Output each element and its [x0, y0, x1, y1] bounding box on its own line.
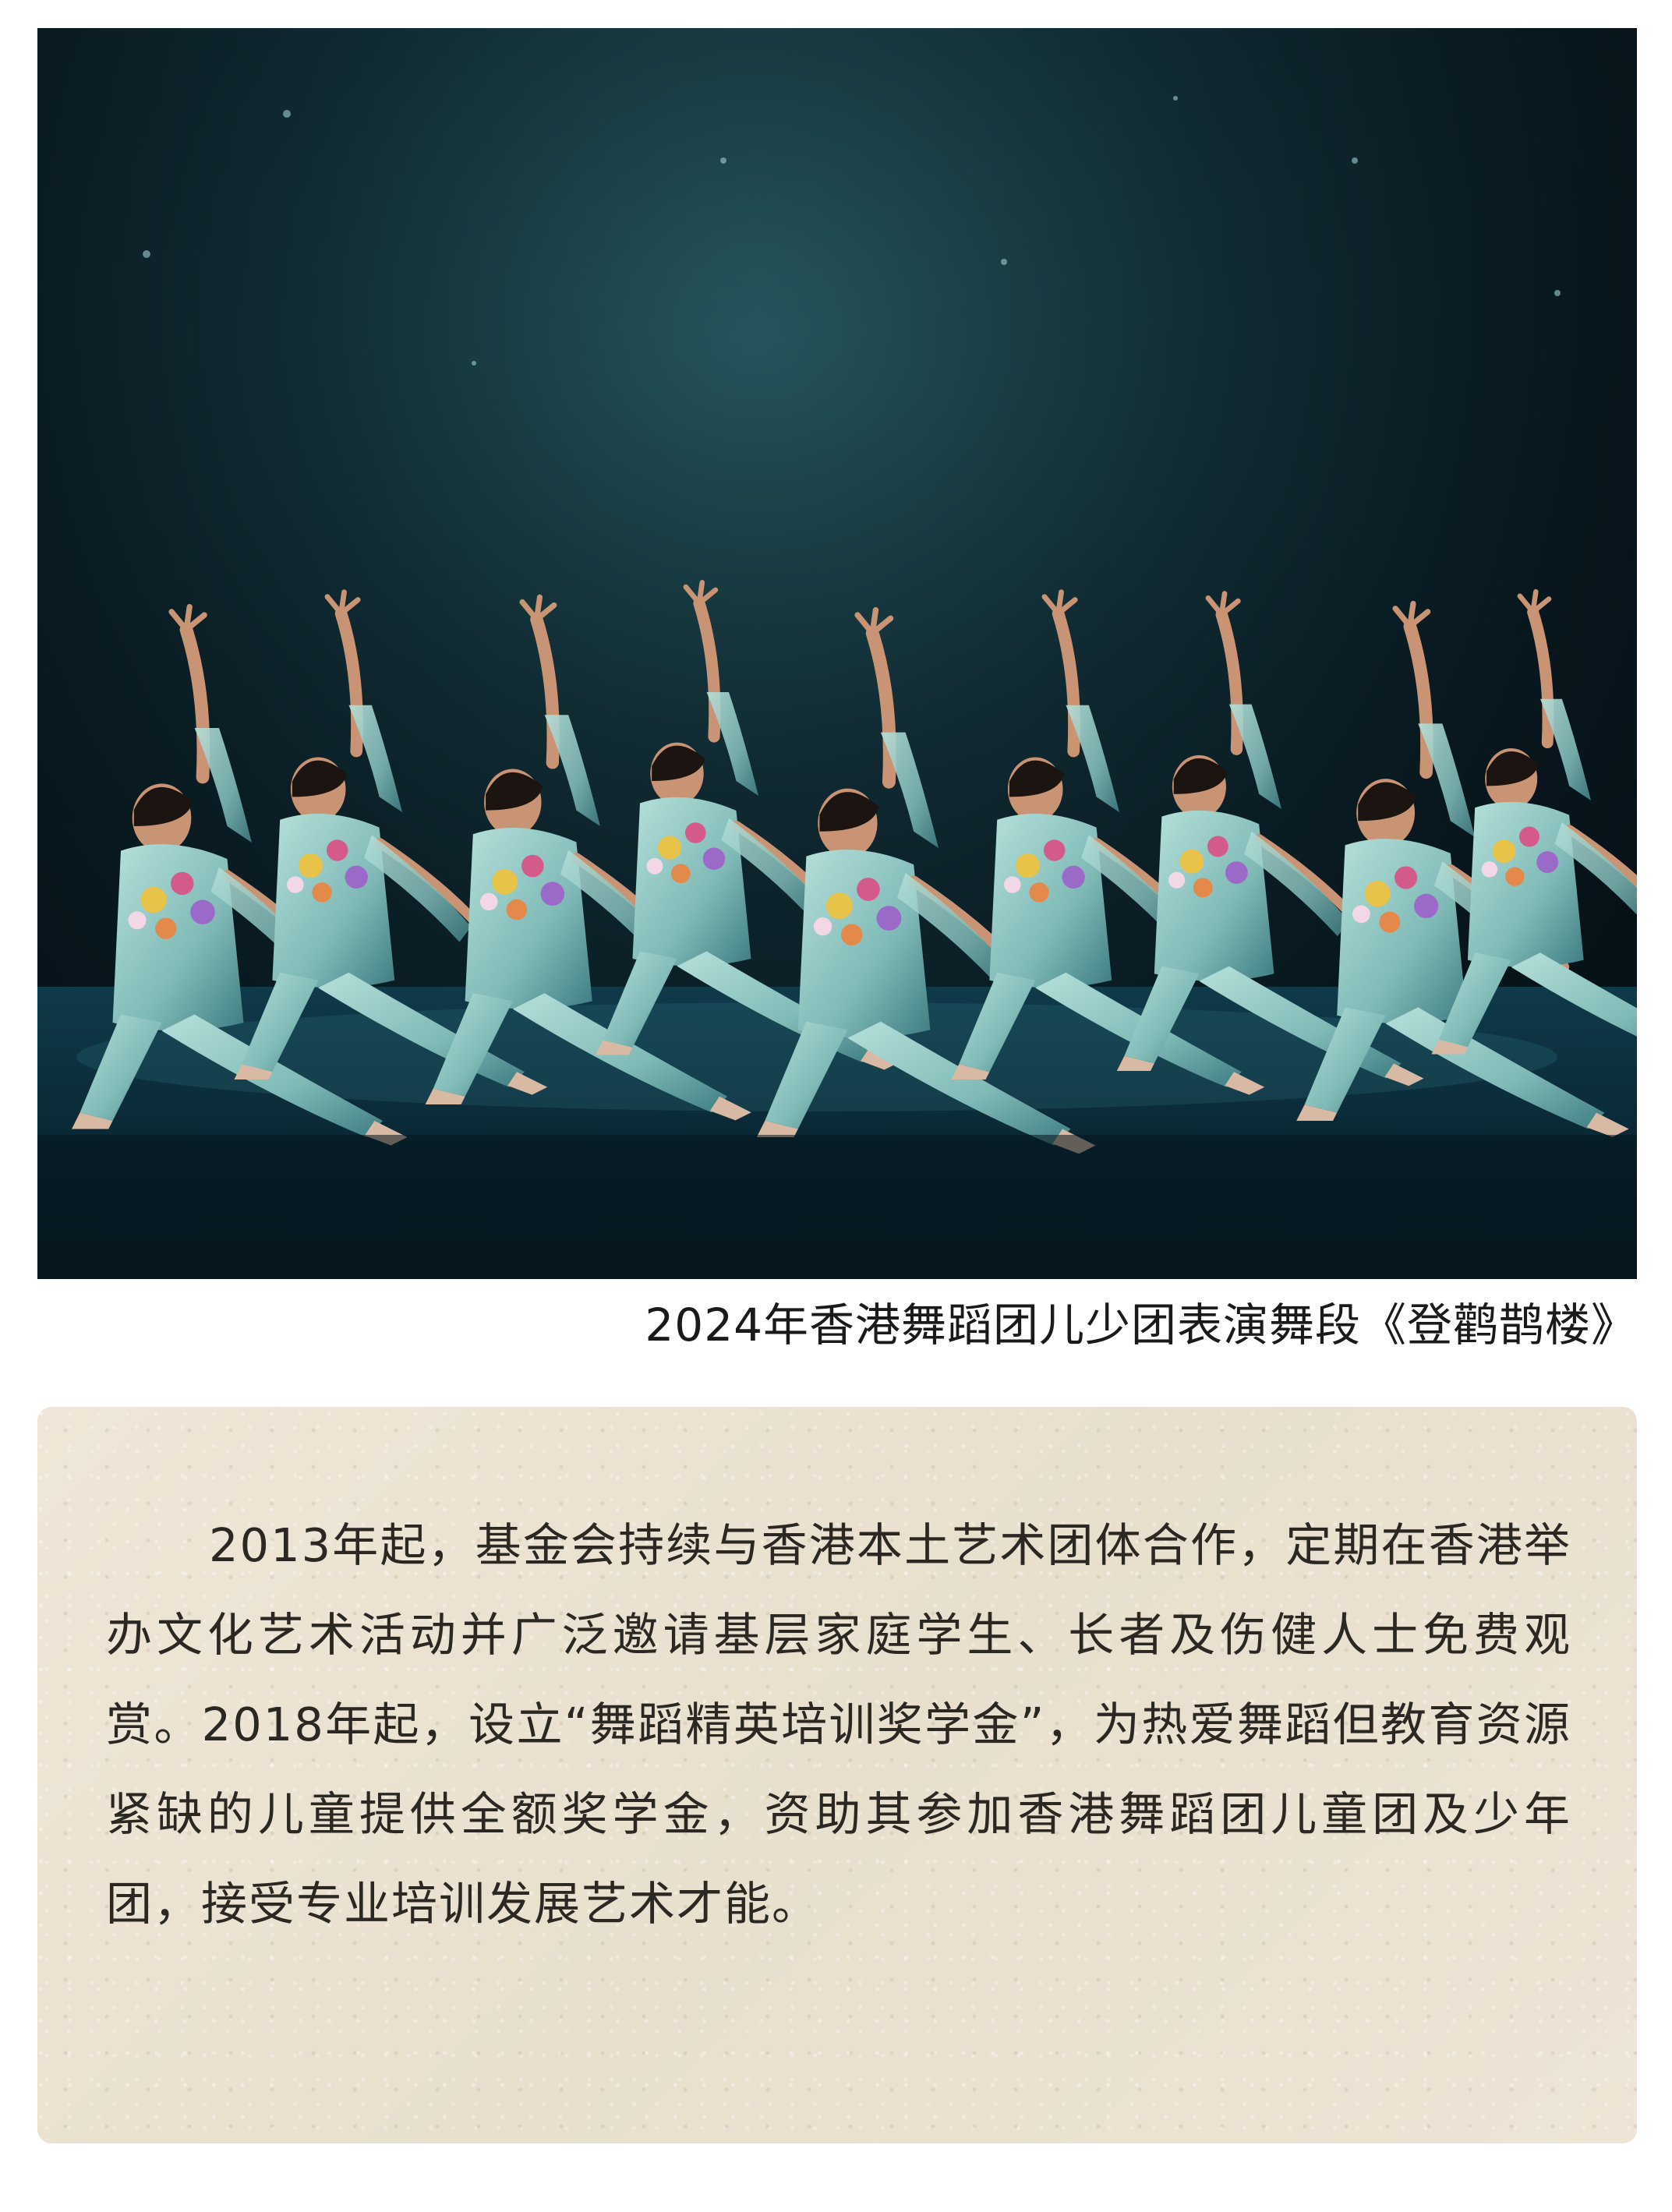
text-card: 2013年起，基金会持续与香港本土艺术团体合作，定期在香港举办文化艺术活动并广泛…: [37, 1407, 1637, 2143]
dance-performance-photo: [37, 28, 1637, 1279]
dance-photo-illustration: [37, 28, 1637, 1279]
article-paragraph: 2013年起，基金会持续与香港本土艺术团体合作，定期在香港举办文化艺术活动并广泛…: [106, 1518, 1571, 1931]
photo-caption: 2024年香港舞蹈团儿少团表演舞段《登鹳鹊楼》: [645, 1299, 1637, 1352]
